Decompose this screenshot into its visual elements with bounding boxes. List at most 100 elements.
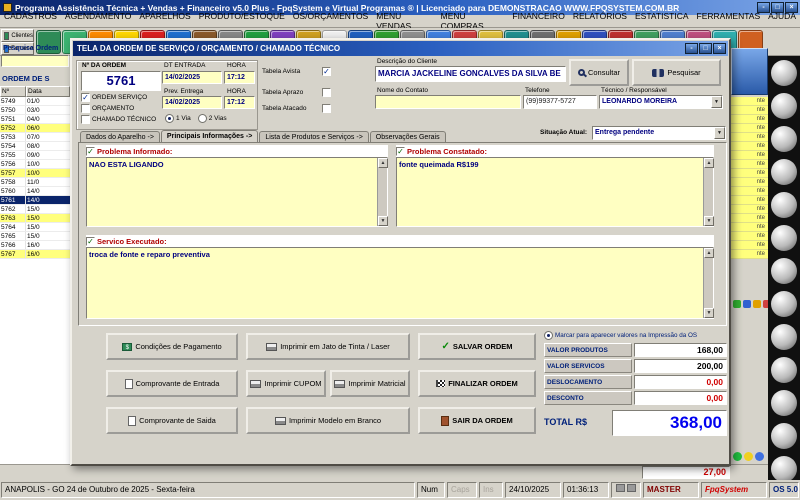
order-status-cell: nte	[731, 196, 768, 205]
order-row-5757[interactable]: 5757 10/0	[0, 169, 70, 178]
print-coupon-button[interactable]: Imprimir CUPOM	[246, 370, 326, 397]
orders-grid-rows: 5749 01/0 5750 03/0 5751 04/0 5752 06/0 5753 07/0…	[0, 97, 70, 259]
exit-order-button[interactable]: SAIR DA ORDEM	[418, 407, 536, 434]
dialog-minimize-button[interactable]: -	[685, 43, 698, 54]
budget-checkbox[interactable]	[81, 104, 90, 113]
scroll-down-icon[interactable]: ▼	[704, 308, 714, 318]
term-table-row: Tabela Aprazo	[262, 88, 331, 97]
entry-date-field[interactable]: 14/02/2025	[162, 71, 222, 84]
one-copy-radio[interactable]	[165, 114, 174, 123]
dialog-maximize-button[interactable]: □	[699, 43, 712, 54]
order-groupbox: Nº DA ORDEM 5761 DT ENTRADA HORA 14/02/2…	[76, 60, 258, 130]
scrollbar[interactable]: ▲ ▼	[377, 158, 388, 226]
scroll-up-icon[interactable]: ▲	[378, 158, 388, 168]
tech-call-checkbox[interactable]	[81, 115, 90, 124]
payment-terms-button[interactable]: $ Condições de Pagamento	[106, 333, 238, 360]
consult-button[interactable]: Consultar	[569, 59, 629, 86]
current-status-select[interactable]: Entrega pendente	[592, 126, 726, 140]
executed-service-textarea[interactable]: troca de fonte e reparo preventiva ▲ ▼	[86, 247, 714, 319]
search-orders-input[interactable]	[1, 55, 69, 67]
order-row-5751[interactable]: 5751 04/0	[0, 115, 70, 124]
entry-time-field[interactable]: 17:12	[224, 71, 255, 84]
order-row-5754[interactable]: 5754 08/0	[0, 142, 70, 151]
client-name-field[interactable]: MARCIA JACKELINE GONCALVES DA SILVA BE	[375, 66, 566, 82]
order-row-5767[interactable]: 5767 16/0	[0, 250, 70, 259]
order-status-cell: nte	[731, 160, 768, 169]
dialog-tab-4[interactable]: Observações Gerais	[369, 131, 446, 142]
delivery-date-field[interactable]: 14/02/2025	[162, 96, 222, 109]
monitor-icon	[627, 484, 636, 492]
exit-receipt-button[interactable]: Comprovante de Saida	[106, 407, 238, 434]
client-description-label: Descrição do Cliente	[377, 58, 437, 65]
order-row-5761[interactable]: 5761 14/0	[0, 196, 70, 205]
orders-total-value: 27,00	[642, 466, 730, 479]
order-row-5752[interactable]: 5752 06/0	[0, 124, 70, 133]
budget-label: ORÇAMENTO	[92, 105, 135, 112]
print-dotmatrix-label: Imprimir Matricial	[348, 379, 406, 388]
found-problem-checkbox[interactable]: ✓	[396, 146, 405, 156]
order-row-5760[interactable]: 5760 14/0	[0, 187, 70, 196]
order-row-5765[interactable]: 5765 15/0	[0, 232, 70, 241]
status-dropdown-arrow-icon[interactable]: ▼	[714, 127, 725, 139]
reported-problem-label: Problema Informado:	[97, 146, 173, 156]
dialog-close-button[interactable]: ×	[713, 43, 726, 54]
save-order-button[interactable]: ✓ SALVAR ORDEM	[418, 333, 536, 360]
order-row-5764[interactable]: 5764 15/0	[0, 223, 70, 232]
scroll-up-icon[interactable]: ▲	[704, 158, 714, 168]
dialog-tab-1[interactable]: Dados do Aparelho ->	[80, 131, 160, 142]
phone-field[interactable]: (99)99377-5727	[523, 95, 597, 109]
finalize-order-button[interactable]: FINALIZAR ORDEM	[418, 370, 536, 397]
decoration-ball	[771, 225, 797, 251]
scrollbar[interactable]: ▲ ▼	[703, 248, 714, 318]
order-row-5763[interactable]: 5763 15/0	[0, 214, 70, 223]
toolbar-tab-label: Clientes	[11, 32, 33, 39]
entry-receipt-label: Comprovante de Entrada	[135, 379, 220, 388]
reported-problem-textarea[interactable]: NAO ESTA LIGANDO ▲ ▼	[86, 157, 388, 227]
column-header-date[interactable]: Data	[26, 86, 70, 97]
order-row-5750[interactable]: 5750 03/0	[0, 106, 70, 115]
toolbar-tab-clientes[interactable]: Clientes	[1, 29, 34, 42]
print-dotmatrix-button[interactable]: Imprimir Matricial	[330, 370, 410, 397]
wholesale-table-checkbox[interactable]	[322, 104, 331, 113]
reported-problem-checkbox[interactable]: ✓	[86, 146, 95, 156]
print-inkjet-button[interactable]: Imprimir em Jato de Tinta / Laser	[246, 333, 410, 360]
decoration-ball	[771, 126, 797, 152]
print-blank-button[interactable]: Imprimir Modelo em Branco	[246, 407, 410, 434]
scroll-down-icon[interactable]: ▼	[704, 216, 714, 226]
two-copies-radio[interactable]	[197, 114, 207, 123]
scroll-down-icon[interactable]: ▼	[378, 216, 388, 226]
order-row-5758[interactable]: 5758 11/0	[0, 178, 70, 187]
show-values-radio[interactable]	[544, 331, 553, 340]
executed-service-checkbox[interactable]: ✓	[86, 236, 95, 246]
totals-row-label: DESCONTO	[544, 391, 632, 405]
technician-select[interactable]: LEONARDO MOREIRA	[599, 95, 723, 109]
scroll-up-icon[interactable]: ▲	[704, 248, 714, 258]
order-row-5753[interactable]: 5753 07/0	[0, 133, 70, 142]
delivery-time-field[interactable]: 17:12	[224, 96, 255, 109]
dialog-tab-2[interactable]: Principais Informações ->	[160, 130, 259, 142]
finalize-order-label: FINALIZAR ORDEM	[448, 379, 518, 388]
order-row-5762[interactable]: 5762 15/0	[0, 205, 70, 214]
order-row-5756[interactable]: 5756 10/0	[0, 160, 70, 169]
order-number-value: 5761	[81, 71, 161, 91]
entry-receipt-button[interactable]: Comprovante de Entrada	[106, 370, 238, 397]
copies-radio-group: 1 Via 2 Vias	[165, 114, 227, 123]
order-status-cell: nte	[731, 169, 768, 178]
dialog-tab-3[interactable]: Lista de Produtos e Serviços ->	[259, 131, 369, 142]
technician-dropdown-arrow-icon[interactable]: ▼	[711, 96, 722, 108]
scrollbar[interactable]: ▲ ▼	[703, 158, 714, 226]
order-row-5766[interactable]: 5766 16/0	[0, 241, 70, 250]
side-panel	[731, 48, 768, 95]
order-row-5749[interactable]: 5749 01/0	[0, 97, 70, 106]
column-header-num[interactable]: Nº	[0, 86, 26, 97]
search-button[interactable]: Pesquisar	[632, 59, 721, 86]
order-row-5755[interactable]: 5755 09/0	[0, 151, 70, 160]
term-table-checkbox[interactable]	[322, 88, 331, 97]
decoration-ball	[771, 258, 797, 284]
contact-name-field[interactable]	[375, 95, 521, 109]
found-problem-textarea[interactable]: fonte queimada R$199 ▲ ▼	[396, 157, 714, 227]
orders-status-column: nte nte nte nte nte nte nte nte nte nte nte nte nte n…	[731, 97, 768, 259]
status-version: OS 5.0	[769, 482, 799, 498]
cash-table-checkbox[interactable]: ✓	[322, 67, 331, 76]
service-order-checkbox[interactable]: ✓	[81, 93, 90, 102]
